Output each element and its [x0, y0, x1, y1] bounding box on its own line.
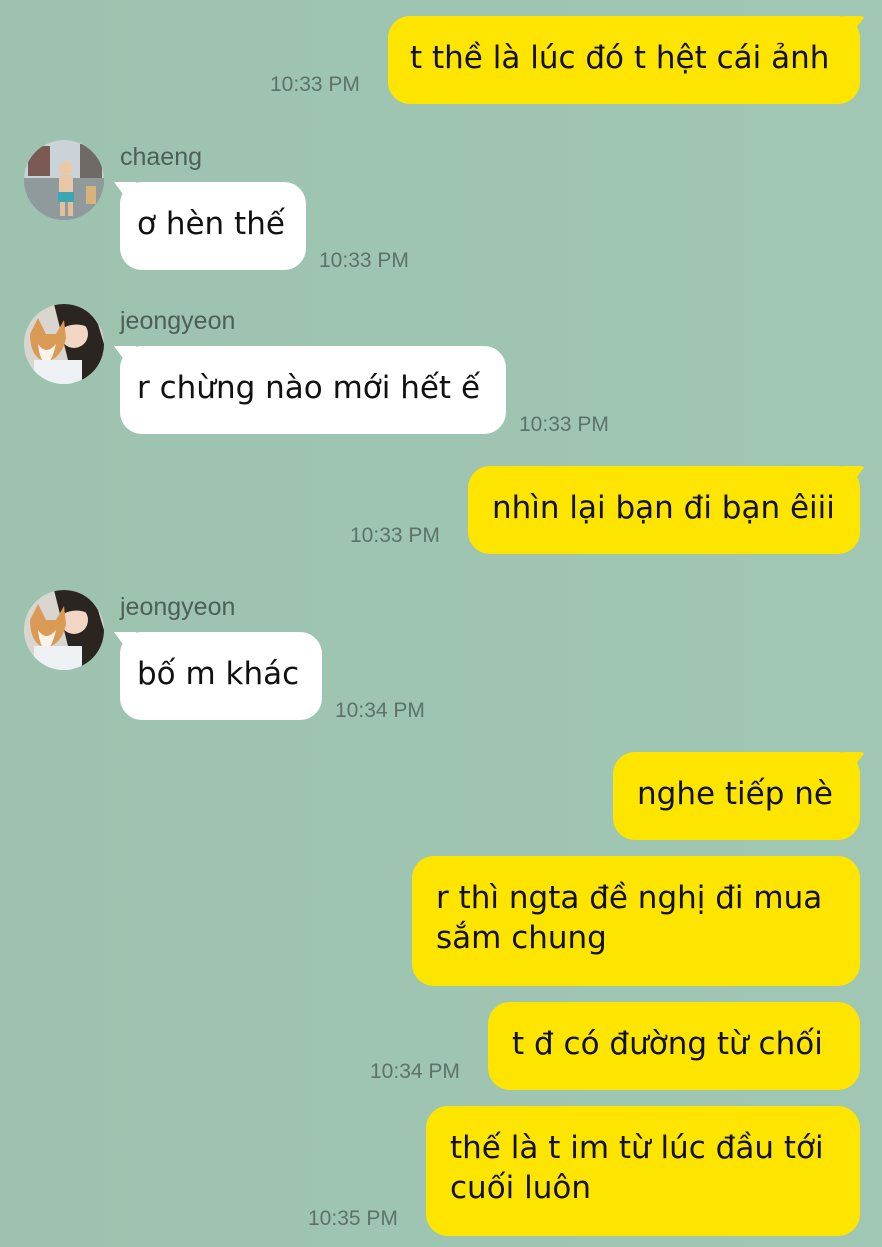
- jeongyeon-avatar[interactable]: [24, 304, 104, 384]
- message-text: t đ có đường từ chối: [512, 1026, 823, 1062]
- message-text: nhìn lại bạn đi bạn êiii: [492, 490, 835, 526]
- chaeng-avatar[interactable]: [24, 140, 104, 220]
- message-text: nghe tiếp nè: [637, 776, 833, 812]
- chat-message-list[interactable]: 10:33 PM t thề là lúc đó t hệt cái ảnh c…: [0, 0, 882, 1247]
- my-message-bubble[interactable]: thế là t im từ lúc đầu tới cuối luôn: [426, 1106, 860, 1236]
- message-timestamp: 10:34 PM: [370, 1060, 460, 1083]
- my-message-bubble[interactable]: r thì ngta đề nghị đi mua sắm chung: [412, 856, 860, 986]
- message-text: r thì ngta đề nghị đi mua sắm chung: [436, 880, 823, 956]
- avatar-photo-icon: [24, 590, 104, 670]
- jeongyeon-avatar[interactable]: [24, 590, 104, 670]
- message-text: r chừng nào mới hết ế: [137, 370, 481, 406]
- sender-name: chaeng: [120, 143, 203, 171]
- their-message-bubble[interactable]: r chừng nào mới hết ế: [120, 346, 506, 434]
- message-text: bố m khác: [137, 656, 300, 692]
- avatar-photo-icon: [24, 140, 104, 220]
- message-text: thế là t im từ lúc đầu tới cuối luôn: [450, 1130, 824, 1206]
- message-timestamp: 10:33 PM: [270, 73, 360, 96]
- message-text: ơ hèn thế: [137, 206, 285, 242]
- message-timestamp: 10:33 PM: [319, 249, 409, 272]
- their-message-bubble[interactable]: ơ hèn thế: [120, 182, 306, 270]
- my-message-bubble[interactable]: nghe tiếp nè: [613, 752, 860, 840]
- sender-name: jeongyeon: [120, 593, 236, 621]
- message-timestamp: 10:33 PM: [350, 524, 440, 547]
- avatar-photo-icon: [24, 304, 104, 384]
- my-message-bubble[interactable]: nhìn lại bạn đi bạn êiii: [468, 466, 860, 554]
- their-message-bubble[interactable]: bố m khác: [120, 632, 322, 720]
- my-message-bubble[interactable]: t đ có đường từ chối: [488, 1002, 860, 1090]
- message-timestamp: 10:34 PM: [335, 699, 425, 722]
- message-timestamp: 10:33 PM: [519, 413, 609, 436]
- message-timestamp: 10:35 PM: [308, 1207, 398, 1230]
- my-message-bubble[interactable]: t thề là lúc đó t hệt cái ảnh: [388, 16, 860, 104]
- sender-name: jeongyeon: [120, 307, 236, 335]
- message-text: t thề là lúc đó t hệt cái ảnh: [410, 40, 830, 76]
